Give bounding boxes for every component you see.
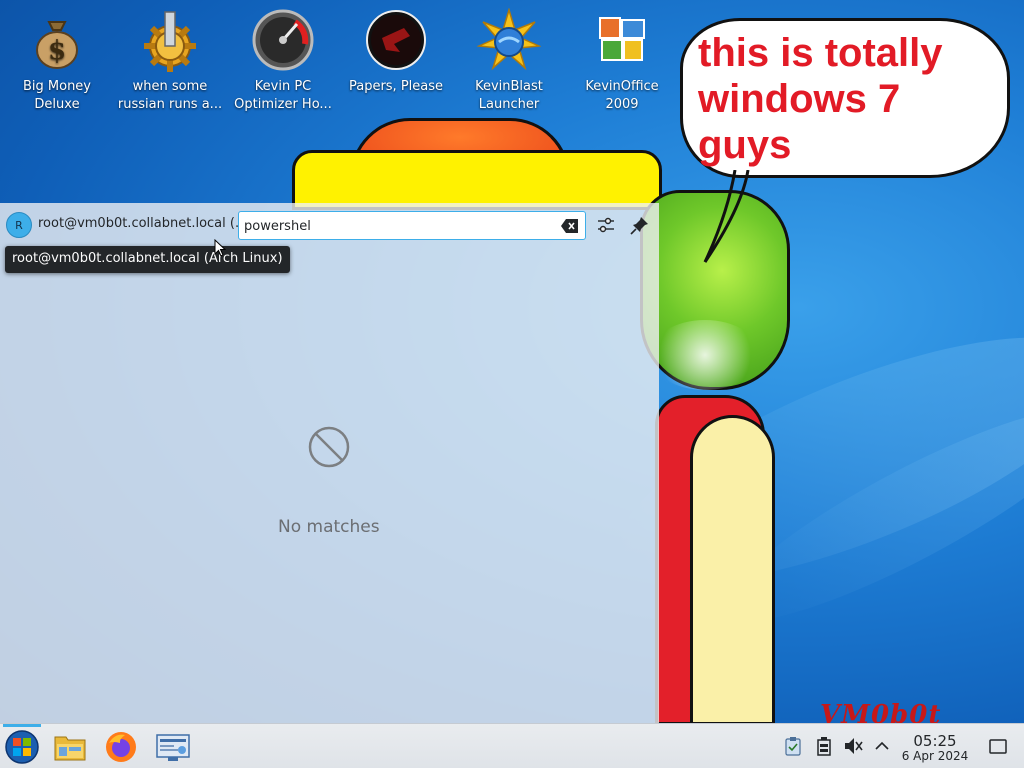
start-orb-icon xyxy=(5,730,39,764)
battery-icon[interactable] xyxy=(814,736,834,756)
speedometer-icon xyxy=(252,9,314,71)
desktop-icon-kevinblast-launcher[interactable]: KevinBlast Launcher xyxy=(453,8,565,114)
clear-text-icon[interactable] xyxy=(561,218,579,234)
krunner-toolbar: R root@vm0b0t.collabnet.local (... xyxy=(0,203,659,247)
desktop-icon-label: KevinOffice 2009 xyxy=(585,79,659,112)
desktop-icon-label: KevinBlast Launcher xyxy=(475,79,543,112)
starburst-icon xyxy=(477,8,541,71)
krunner-panel: R root@vm0b0t.collabnet.local (... root@… xyxy=(0,203,659,723)
desktop-icon-label: Kevin PC Optimizer Ho... xyxy=(234,79,332,112)
clock-time[interactable]: 05:25 xyxy=(904,732,966,750)
papers-please-icon xyxy=(366,10,426,70)
show-desktop-icon[interactable] xyxy=(988,736,1008,756)
search-input[interactable] xyxy=(244,216,544,236)
desktop-icon-russian[interactable]: when some russian runs a... xyxy=(114,8,226,114)
money-bag-icon: $ xyxy=(36,21,78,69)
chevron-up-icon[interactable] xyxy=(872,736,892,756)
task-file-manager[interactable] xyxy=(50,728,90,766)
task-system-settings[interactable] xyxy=(153,728,193,766)
speech-bubble-text: this is totally windows 7 guys xyxy=(698,31,943,167)
desktop-icon-kevin-pc-optimizer[interactable]: Kevin PC Optimizer Ho... xyxy=(227,8,339,114)
wallpaper-glow xyxy=(650,320,760,390)
speech-bubble-tail xyxy=(703,170,750,263)
desktop-icon-kevinoffice-2009[interactable]: KevinOffice 2009 xyxy=(566,8,678,114)
mouse-pointer-icon xyxy=(214,239,226,257)
desktop-icon-papers-please[interactable]: Papers, Please xyxy=(340,8,452,96)
desktop-icon-label: Big Money Deluxe xyxy=(22,79,91,112)
firefox-icon xyxy=(106,732,136,762)
taskbar: 05:25 6 Apr 2024 xyxy=(0,723,1024,768)
volume-muted-icon[interactable] xyxy=(843,736,863,756)
desktop-icon-label: when some russian runs a... xyxy=(117,79,223,112)
system-settings-icon xyxy=(156,734,190,761)
user-tooltip: root@vm0b0t.collabnet.local (Arch Linux) xyxy=(5,246,290,273)
user-avatar[interactable]: R xyxy=(6,212,32,238)
user-name-label[interactable]: root@vm0b0t.collabnet.local (... xyxy=(38,216,247,231)
task-firefox[interactable] xyxy=(101,728,141,766)
wallpaper-hat-band xyxy=(292,150,662,210)
clipboard-icon[interactable] xyxy=(783,736,803,756)
configure-icon[interactable] xyxy=(596,215,616,235)
office-logo-icon xyxy=(599,17,645,61)
svg-text:$: $ xyxy=(48,36,66,66)
start-button[interactable] xyxy=(2,728,42,766)
no-matches-label: No matches xyxy=(278,517,380,537)
desktop-icon-big-money-deluxe[interactable]: $ Big Money Deluxe xyxy=(1,8,113,114)
active-indicator xyxy=(3,724,41,727)
file-manager-icon xyxy=(54,736,86,761)
pin-icon[interactable] xyxy=(630,215,650,235)
no-matches-icon xyxy=(308,426,350,468)
wallpaper-arm xyxy=(690,415,775,725)
clock-date[interactable]: 6 Apr 2024 xyxy=(896,749,974,763)
search-box[interactable] xyxy=(238,211,586,240)
desktop-icon-label: Papers, Please xyxy=(348,79,444,94)
gear-icon xyxy=(144,11,196,72)
